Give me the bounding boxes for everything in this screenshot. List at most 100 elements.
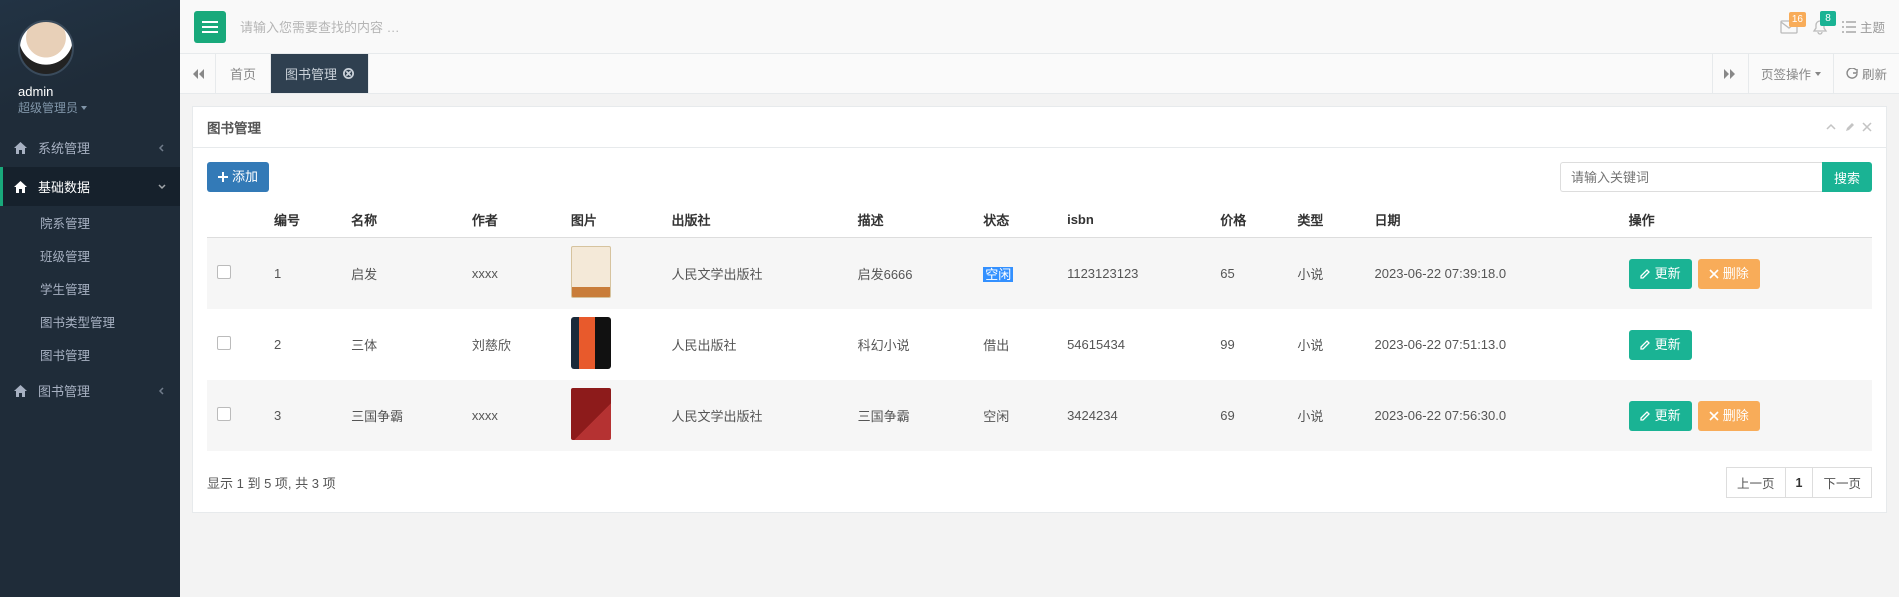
cell-name: 三国争霸 [341, 380, 462, 451]
delete-button[interactable]: 删除 [1698, 259, 1760, 289]
tabs-bar: 首页图书管理 页签操作 刷新 [180, 54, 1899, 94]
cell-date: 2023-06-22 07:39:18.0 [1365, 238, 1619, 310]
update-label: 更新 [1655, 265, 1681, 283]
submenu-item-2[interactable]: 学生管理 [0, 272, 180, 305]
chevron-left-icon [158, 387, 166, 395]
submenu-item-3[interactable]: 图书类型管理 [0, 305, 180, 338]
messages-icon[interactable]: 16 [1780, 20, 1798, 34]
cell-publisher: 人民文学出版社 [661, 380, 847, 451]
theme-button[interactable]: 主题 [1842, 17, 1885, 36]
cell-date: 2023-06-22 07:51:13.0 [1365, 309, 1619, 380]
refresh-button[interactable]: 刷新 [1833, 54, 1899, 93]
tab-1[interactable]: 图书管理 [271, 54, 369, 93]
cell-check [207, 309, 264, 380]
cell-image [561, 238, 662, 310]
menu-item-1[interactable]: 基础数据 [0, 167, 180, 206]
global-search-placeholder[interactable]: 请输入您需要查找的内容 … [240, 17, 400, 36]
tab-0[interactable]: 首页 [216, 54, 271, 93]
submenu: 院系管理班级管理学生管理图书类型管理图书管理 [0, 206, 180, 371]
menu-item-0[interactable]: 系统管理 [0, 128, 180, 167]
submenu-item-0[interactable]: 院系管理 [0, 206, 180, 239]
cell-name: 启发 [341, 238, 462, 310]
tabs-scroll-left[interactable] [180, 54, 216, 93]
tab-operations-label: 页签操作 [1761, 64, 1811, 83]
cell-actions: 更新删除 [1619, 380, 1872, 451]
cell-name: 三体 [341, 309, 462, 380]
panel-settings-icon[interactable] [1844, 122, 1854, 132]
toggle-sidebar-button[interactable] [194, 11, 226, 43]
notifications-badge: 8 [1820, 11, 1836, 26]
col-8: isbn [1057, 202, 1210, 238]
col-2: 名称 [341, 202, 462, 238]
panel-close-icon[interactable] [1862, 122, 1872, 132]
row-checkbox[interactable] [217, 265, 231, 279]
cell-price: 65 [1210, 238, 1287, 310]
plus-icon [218, 172, 228, 182]
double-chevron-right-icon [1724, 69, 1736, 79]
row-checkbox[interactable] [217, 336, 231, 350]
double-chevron-left-icon [192, 69, 204, 79]
update-button[interactable]: 更新 [1629, 259, 1692, 289]
keyword-input[interactable] [1560, 162, 1822, 192]
cell-id: 1 [264, 238, 341, 310]
panel-collapse-icon[interactable] [1826, 122, 1836, 132]
tab-label: 图书管理 [285, 64, 337, 83]
cell-type: 小说 [1287, 380, 1364, 451]
x-icon [1709, 269, 1719, 279]
update-button[interactable]: 更新 [1629, 401, 1692, 431]
panel-title: 图书管理 [207, 117, 261, 137]
col-7: 状态 [973, 202, 1057, 238]
next-page-button[interactable]: 下一页 [1812, 467, 1872, 498]
pagination: 上一页 1 下一页 [1726, 467, 1872, 498]
menu-label: 基础数据 [38, 177, 90, 196]
cell-actions: 更新 [1619, 309, 1872, 380]
tabs-scroll-right[interactable] [1712, 54, 1748, 93]
home-icon [14, 385, 28, 397]
update-label: 更新 [1655, 407, 1681, 425]
cell-isbn: 3424234 [1057, 380, 1210, 451]
menu-item-2[interactable]: 图书管理 [0, 371, 180, 410]
cell-status: 空闲 [973, 380, 1057, 451]
user-name: admin [18, 84, 180, 99]
books-table: 编号名称作者图片出版社描述状态isbn价格类型日期操作 1启发xxxx人民文学出… [207, 202, 1872, 451]
notifications-icon[interactable]: 8 [1812, 19, 1828, 35]
page-1-button[interactable]: 1 [1785, 467, 1814, 498]
cell-desc: 启发6666 [848, 238, 974, 310]
cell-publisher: 人民文学出版社 [661, 238, 847, 310]
cell-desc: 科幻小说 [848, 309, 974, 380]
table-row: 1启发xxxx人民文学出版社启发6666空闲112312312365小说2023… [207, 238, 1872, 310]
col-4: 图片 [561, 202, 662, 238]
col-5: 出版社 [661, 202, 847, 238]
col-11: 日期 [1365, 202, 1619, 238]
caret-down-icon [1815, 72, 1821, 76]
tab-operations-dropdown[interactable]: 页签操作 [1748, 54, 1833, 93]
book-thumbnail [571, 388, 611, 440]
home-icon [14, 142, 28, 154]
delete-button[interactable]: 删除 [1698, 401, 1760, 431]
close-icon[interactable] [343, 68, 354, 79]
update-button[interactable]: 更新 [1629, 330, 1692, 360]
chevron-left-icon [158, 144, 166, 152]
table-row: 3三国争霸xxxx人民文学出版社三国争霸空闲342423469小说2023-06… [207, 380, 1872, 451]
edit-icon [1640, 268, 1651, 279]
chevron-down-icon [158, 183, 166, 191]
search-button[interactable]: 搜索 [1822, 162, 1872, 192]
prev-page-button[interactable]: 上一页 [1726, 467, 1786, 498]
messages-badge: 16 [1789, 12, 1806, 27]
delete-label: 删除 [1723, 265, 1749, 283]
theme-label: 主题 [1860, 17, 1885, 36]
row-checkbox[interactable] [217, 407, 231, 421]
table-row: 2三体刘慈欣人民出版社科幻小说借出5461543499小说2023-06-22 … [207, 309, 1872, 380]
topbar: 请输入您需要查找的内容 … 16 8 主题 [180, 0, 1899, 54]
add-button[interactable]: 添加 [207, 162, 269, 192]
cell-author: xxxx [462, 238, 561, 310]
x-icon [1709, 411, 1719, 421]
submenu-item-4[interactable]: 图书管理 [0, 338, 180, 371]
update-label: 更新 [1655, 336, 1681, 354]
cell-author: xxxx [462, 380, 561, 451]
user-role-dropdown[interactable]: 超级管理员 [18, 99, 87, 116]
submenu-item-1[interactable]: 班级管理 [0, 239, 180, 272]
cell-image [561, 309, 662, 380]
cell-price: 99 [1210, 309, 1287, 380]
avatar[interactable] [18, 20, 74, 76]
